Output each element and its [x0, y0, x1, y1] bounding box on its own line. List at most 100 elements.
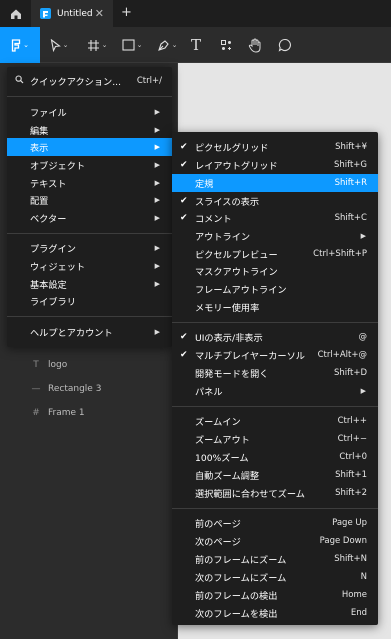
quick-actions-item[interactable]: クイックアクション... Ctrl+/ [7, 72, 172, 90]
menu-item-zoom-to-fit[interactable]: 自動ズーム調整 Shift+1 [172, 466, 378, 484]
menu-item-zoom-100[interactable]: 100%ズーム Ctrl+0 [172, 448, 378, 466]
menu-item-zoom-to-selection[interactable]: 選択範囲に合わせてズーム Shift+2 [172, 484, 378, 502]
menu-item-rulers[interactable]: 定規 Shift+R [172, 174, 378, 192]
menu-item-shortcut: Shift+¥ [335, 141, 367, 152]
menu-item-shortcut: Page Down [319, 535, 367, 546]
resources-icon [220, 39, 231, 50]
menu-item-mask-outlines[interactable]: マスクアウトライン [172, 262, 378, 280]
menu-item-find-previous-frame[interactable]: 前のフレームの検出 Home [172, 586, 378, 604]
menu-item-label: テキスト [30, 178, 67, 190]
menu-item-text[interactable]: テキスト ▶ [7, 174, 172, 192]
menu-item-label: 100%ズーム [195, 452, 249, 464]
figma-logo-icon [11, 38, 21, 52]
new-tab-button[interactable]: + [121, 5, 132, 20]
comment-tool-button[interactable] [275, 27, 295, 63]
tab-untitled[interactable]: Untitled ✕ [31, 0, 113, 27]
menu-item-shortcut: Ctrl+− [337, 433, 367, 444]
frame-tool-button[interactable]: ⌄ [83, 27, 111, 63]
checkmark-icon: ✔ [180, 141, 188, 152]
menu-item-comments[interactable]: ✔ コメント Shift+C [172, 209, 378, 227]
chevron-right-icon: ▶ [154, 279, 160, 288]
pen-tool-button[interactable]: ⌄ [153, 27, 181, 63]
menu-item-label: ファイル [30, 107, 67, 119]
checkmark-icon: ✔ [180, 212, 188, 223]
menu-item-edit[interactable]: 編集 ▶ [7, 121, 172, 139]
menu-item-shortcut: Home [341, 589, 367, 600]
text-layer-icon: T [33, 360, 39, 370]
menu-item-preferences[interactable]: 基本設定 ▶ [7, 275, 172, 293]
hand-tool-button[interactable] [245, 27, 265, 63]
menu-item-label: 次のページ [195, 536, 241, 548]
home-button[interactable] [0, 0, 31, 27]
menu-item-shortcut: Ctrl++ [337, 415, 367, 426]
menu-item-arrange[interactable]: 配置 ▶ [7, 191, 172, 209]
chevron-right-icon: ▶ [154, 261, 160, 270]
chevron-right-icon: ▶ [360, 231, 366, 240]
menu-item-shortcut: Ctrl+0 [339, 451, 367, 462]
menu-item-label: ピクセルプレビュー [195, 249, 278, 261]
main-menu: クイックアクション... Ctrl+/ ファイル ▶ 編集 ▶ 表示 ▶ オブジェクト… [7, 67, 172, 347]
menu-item-layout-grid[interactable]: ✔ レイアウトグリッド Shift+G [172, 156, 378, 174]
layer-item[interactable]: # Frame 1 [30, 408, 85, 418]
chevron-down-icon: ⌄ [62, 41, 69, 49]
menu-item-find-next-frame[interactable]: 次のフレームを検出 End [172, 604, 378, 622]
layer-name: Rectangle 3 [48, 384, 102, 394]
menu-item-panels[interactable]: パネル ▶ [172, 382, 378, 400]
cursor-icon [50, 38, 61, 52]
menu-item-next-page[interactable]: 次のページ Page Down [172, 532, 378, 550]
menu-item-frame-outlines[interactable]: フレームアウトライン [172, 280, 378, 298]
chevron-right-icon: ▶ [154, 327, 160, 336]
menu-item-label: レイアウトグリッド [195, 160, 278, 172]
menu-item-zoom-previous-frame[interactable]: 前のフレームにズーム Shift+N [172, 550, 378, 568]
menu-item-label: 次のフレームにズーム [195, 572, 287, 584]
menu-item-zoom-in[interactable]: ズームイン Ctrl++ [172, 412, 378, 430]
menu-item-multiplayer-cursors[interactable]: ✔ マルチプレイヤーカーソル Ctrl+Alt+@ [172, 346, 378, 364]
menu-item-label: クイックアクション... [30, 76, 121, 88]
menu-item-label: 配置 [30, 195, 49, 207]
menu-item-vector[interactable]: ベクター ▶ [7, 209, 172, 227]
menu-item-libraries[interactable]: ライブラリ [7, 292, 172, 310]
menu-item-pixel-preview[interactable]: ピクセルプレビュー Ctrl+Shift+P [172, 245, 378, 263]
menu-item-zoom-out[interactable]: ズームアウト Ctrl+− [172, 430, 378, 448]
menu-item-label: ズームイン [195, 416, 241, 428]
menu-item-label: パネル [195, 386, 223, 398]
home-icon [10, 9, 21, 19]
menu-item-help-account[interactable]: ヘルプとアカウント ▶ [7, 323, 172, 341]
main-menu-button[interactable]: ⌄ [0, 27, 40, 63]
close-tab-icon[interactable]: ✕ [95, 7, 104, 20]
menu-item-label: 自動ズーム調整 [195, 470, 260, 482]
menu-item-shortcut: Shift+R [334, 177, 367, 188]
menu-item-label: オブジェクト [30, 160, 86, 172]
menu-item-previous-page[interactable]: 前のページ Page Up [172, 514, 378, 532]
menu-item-shortcut: @ [358, 331, 368, 342]
menu-item-outlines[interactable]: アウトライン ▶ [172, 227, 378, 245]
menu-item-shortcut: Shift+D [334, 367, 367, 378]
menu-item-widgets[interactable]: ウィジェット ▶ [7, 257, 172, 275]
menu-item-zoom-next-frame[interactable]: 次のフレームにズーム N [172, 568, 378, 586]
menu-item-object[interactable]: オブジェクト ▶ [7, 156, 172, 174]
menu-item-memory-usage[interactable]: メモリー使用率 [172, 298, 378, 316]
search-icon [15, 75, 24, 87]
rectangle-icon [122, 39, 135, 51]
menu-item-toggle-ui[interactable]: ✔ UIの表示/非表示 @ [172, 328, 378, 346]
menu-item-label: 基本設定 [30, 279, 67, 291]
menu-item-label: UIの表示/非表示 [195, 332, 263, 344]
shape-tool-button[interactable]: ⌄ [118, 27, 146, 63]
menu-item-view[interactable]: 表示 ▶ [7, 138, 172, 156]
layer-item[interactable]: T logo [30, 360, 67, 370]
layer-name: logo [48, 360, 68, 370]
move-tool-button[interactable]: ⌄ [46, 27, 72, 63]
menu-item-label: 開発モードを開く [195, 368, 269, 380]
menu-item-pixel-grid[interactable]: ✔ ピクセルグリッド Shift+¥ [172, 138, 378, 156]
layer-name: Frame 1 [48, 408, 85, 418]
resources-tool-button[interactable] [217, 27, 235, 63]
menu-item-plugins[interactable]: プラグイン ▶ [7, 239, 172, 257]
menu-item-label: ベクター [30, 213, 67, 225]
menu-item-show-slices[interactable]: ✔ スライスの表示 [172, 192, 378, 210]
menu-item-dev-mode[interactable]: 開発モードを開く Shift+D [172, 364, 378, 382]
chevron-right-icon: ▶ [360, 386, 366, 395]
text-tool-button[interactable]: T [187, 27, 205, 63]
layer-item[interactable]: — Rectangle 3 [30, 384, 102, 394]
menu-item-file[interactable]: ファイル ▶ [7, 103, 172, 121]
view-submenu: ✔ ピクセルグリッド Shift+¥ ✔ レイアウトグリッド Shift+G 定規 Shi… [172, 132, 378, 625]
